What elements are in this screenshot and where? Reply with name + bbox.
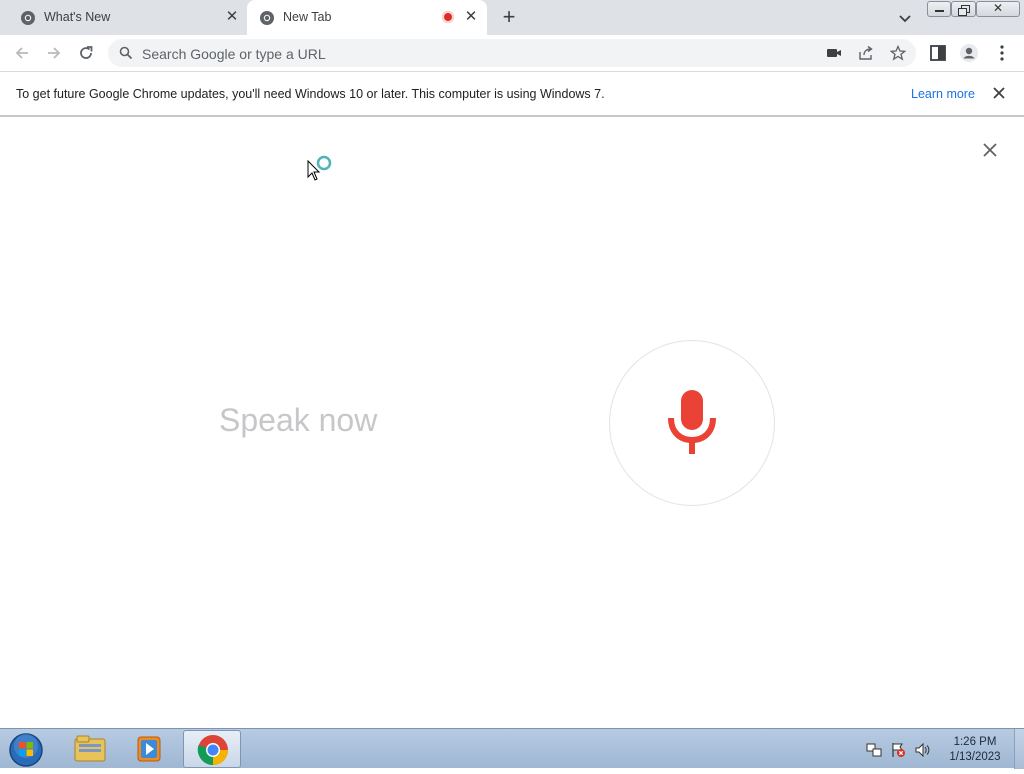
action-center-icon[interactable]	[890, 742, 906, 758]
menu-icon[interactable]	[992, 43, 1012, 63]
chevron-down-icon[interactable]	[895, 8, 915, 28]
volume-icon[interactable]	[914, 742, 930, 758]
tab-whats-new[interactable]: What's New ✕	[8, 0, 246, 35]
taskbar-clock[interactable]: 1:26 PM 1/13/2023	[940, 735, 1010, 765]
media-player-button[interactable]	[121, 730, 179, 768]
infobar-message: To get future Google Chrome updates, you…	[16, 87, 605, 101]
close-icon[interactable]	[991, 85, 1007, 101]
profile-icon[interactable]	[959, 43, 979, 63]
recording-indicator-icon	[442, 11, 454, 23]
search-icon	[119, 46, 133, 60]
camera-icon[interactable]	[826, 45, 842, 61]
show-desktop-button[interactable]	[1014, 729, 1024, 769]
chrome-icon	[260, 11, 274, 25]
forward-icon[interactable]	[44, 43, 64, 63]
clock-date: 1/13/2023	[949, 751, 1001, 763]
busy-spinner-icon	[316, 155, 332, 171]
chrome-icon	[197, 735, 228, 765]
reload-icon[interactable]	[76, 43, 96, 63]
browser-toolbar	[0, 35, 1024, 72]
network-icon[interactable]	[866, 742, 882, 758]
back-icon[interactable]	[12, 43, 32, 63]
new-tab-button[interactable]: +	[498, 6, 520, 29]
close-voice-search-icon[interactable]	[981, 141, 999, 159]
speak-now-prompt: Speak now	[219, 402, 378, 438]
learn-more-link[interactable]: Learn more	[911, 87, 975, 101]
minimize-button[interactable]	[927, 1, 951, 17]
clock-time: 1:26 PM	[953, 736, 997, 748]
tab-strip: What's New ✕ New Tab ✕ + ✕	[0, 0, 1024, 35]
address-input[interactable]	[140, 39, 824, 69]
close-tab-icon[interactable]: ✕	[463, 9, 479, 25]
star-icon[interactable]	[890, 45, 906, 61]
omnibox[interactable]	[108, 39, 916, 69]
restore-button[interactable]	[951, 1, 976, 17]
microphone-button[interactable]	[609, 340, 775, 506]
start-button[interactable]	[8, 732, 44, 768]
microphone-icon	[668, 390, 716, 454]
folder-icon	[74, 735, 106, 762]
tab-title: New Tab	[283, 10, 332, 24]
close-window-button[interactable]: ✕	[976, 1, 1020, 17]
side-panel-icon[interactable]	[928, 43, 948, 63]
chrome-icon	[21, 11, 35, 25]
media-player-icon	[137, 736, 161, 762]
close-tab-icon[interactable]: ✕	[224, 9, 240, 25]
update-infobar: To get future Google Chrome updates, you…	[0, 72, 1024, 117]
voice-search-overlay: Speak now	[0, 117, 1024, 728]
taskbar: 1:26 PM 1/13/2023	[0, 728, 1024, 769]
share-icon[interactable]	[858, 45, 874, 61]
google-chrome-button[interactable]	[183, 730, 241, 768]
tab-title: What's New	[44, 10, 111, 24]
tab-new-tab[interactable]: New Tab ✕	[247, 0, 487, 35]
windows-explorer-button[interactable]	[60, 730, 118, 768]
